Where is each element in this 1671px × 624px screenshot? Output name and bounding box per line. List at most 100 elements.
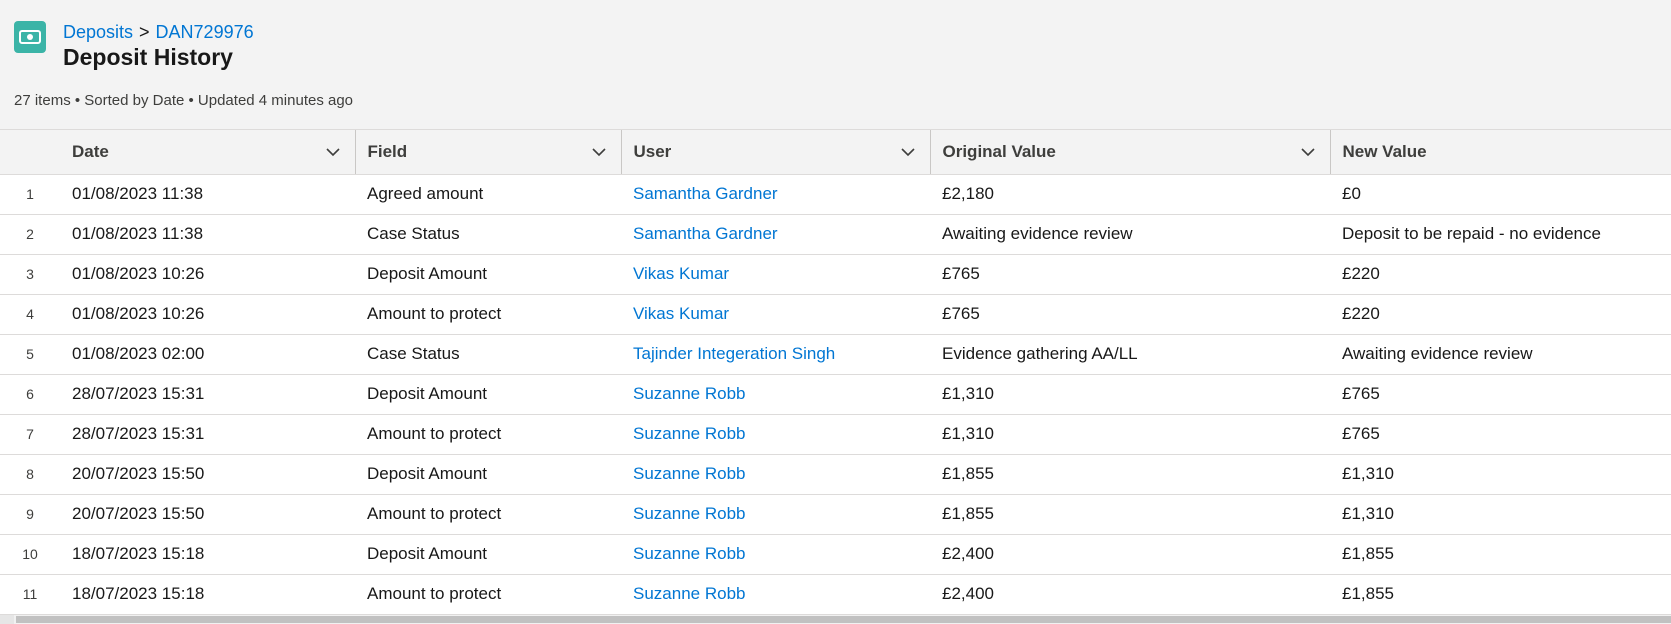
cell-date: 01/08/2023 11:38 [60,214,355,255]
cell-new-value: £1,855 [1330,574,1671,615]
page-title: Deposit History [63,44,233,70]
cell-new-value: £1,310 [1330,454,1671,495]
row-number: 5 [0,334,60,375]
cell-date: 01/08/2023 11:38 [60,174,355,215]
scroll-left-arrow-icon[interactable] [0,615,14,624]
cell-user: Vikas Kumar [621,294,930,335]
user-link[interactable]: Suzanne Robb [633,544,745,563]
cell-new-value: £0 [1330,174,1671,215]
column-header-label: Original Value [942,141,1056,161]
cell-date: 28/07/2023 15:31 [60,414,355,455]
cell-new-value: Deposit to be repaid - no evidence [1330,214,1671,255]
breadcrumb-deposits-link[interactable]: Deposits [63,22,133,42]
column-header-original-value[interactable]: Original Value [930,130,1331,175]
table-row[interactable]: 3 01/08/2023 10:26 Deposit Amount Vikas Kum… [0,254,1671,295]
row-number: 1 [0,174,60,215]
column-header-label: Date [72,141,109,161]
cell-field: Amount to protect [355,494,621,535]
cell-original-value: £1,310 [930,374,1330,415]
user-link[interactable]: Tajinder Integeration Singh [633,344,835,363]
row-number: 7 [0,414,60,455]
cell-field: Deposit Amount [355,374,621,415]
table-row[interactable]: 5 01/08/2023 02:00 Case Status Tajinder Int… [0,334,1671,375]
column-header-user[interactable]: User [621,130,931,175]
deposit-history-page: Deposits > DAN729976 Deposit History 27 it… [0,0,1671,624]
cell-field: Case Status [355,334,621,375]
cell-new-value: Awaiting evidence review [1330,334,1671,375]
cell-original-value: £1,855 [930,494,1330,535]
table-row[interactable]: 8 20/07/2023 15:50 Deposit Amount Suzanne R… [0,454,1671,495]
breadcrumb: Deposits > DAN729976 [63,21,254,43]
column-header-new-value[interactable]: New Value [1330,130,1671,175]
chevron-down-icon[interactable] [325,144,341,160]
cell-original-value: £2,400 [930,574,1330,615]
cell-field: Amount to protect [355,574,621,615]
cell-date: 01/08/2023 02:00 [60,334,355,375]
page-header: Deposits > DAN729976 Deposit History 27 it… [0,0,1671,129]
column-header-date[interactable]: Date [60,130,356,175]
scrollbar-thumb[interactable] [16,616,1671,623]
chevron-down-icon[interactable] [900,144,916,160]
chevron-down-icon[interactable] [1300,144,1316,160]
user-link[interactable]: Suzanne Robb [633,424,745,443]
cell-user: Suzanne Robb [621,414,930,455]
user-link[interactable]: Vikas Kumar [633,264,729,283]
table-row[interactable]: 1 01/08/2023 11:38 Agreed amount Samantha G… [0,174,1671,215]
cell-field: Amount to protect [355,294,621,335]
breadcrumb-separator: > [139,22,150,42]
table-row[interactable]: 7 28/07/2023 15:31 Amount to protect Suzann… [0,414,1671,455]
table-row[interactable]: 11 18/07/2023 15:18 Amount to protect Suzan… [0,574,1671,615]
row-number: 6 [0,374,60,415]
history-table-container: Date Field User Original Value New Value… [0,129,1671,616]
table-row[interactable]: 6 28/07/2023 15:31 Deposit Amount Suzanne R… [0,374,1671,415]
cell-original-value: Evidence gathering AA/LL [930,334,1330,375]
cell-date: 01/08/2023 10:26 [60,294,355,335]
cell-user: Suzanne Robb [621,534,930,575]
cell-user: Tajinder Integeration Singh [621,334,930,375]
table-row[interactable]: 9 20/07/2023 15:50 Amount to protect Suzann… [0,494,1671,535]
cell-date: 28/07/2023 15:31 [60,374,355,415]
cell-original-value: £1,855 [930,454,1330,495]
user-link[interactable]: Suzanne Robb [633,584,745,603]
deposit-cash-icon [14,21,46,53]
cell-original-value: £2,400 [930,534,1330,575]
user-link[interactable]: Samantha Gardner [633,184,778,203]
user-link[interactable]: Suzanne Robb [633,384,745,403]
cell-new-value: £220 [1330,294,1671,335]
table-row[interactable]: 2 01/08/2023 11:38 Case Status Samantha Gar… [0,214,1671,255]
cell-date: 20/07/2023 15:50 [60,494,355,535]
table-row[interactable]: 10 18/07/2023 15:18 Deposit Amount Suzanne … [0,534,1671,575]
user-link[interactable]: Samantha Gardner [633,224,778,243]
user-link[interactable]: Vikas Kumar [633,304,729,323]
user-link[interactable]: Suzanne Robb [633,504,745,523]
row-number: 9 [0,494,60,535]
cell-user: Suzanne Robb [621,494,930,535]
table-row[interactable]: 4 01/08/2023 10:26 Amount to protect Vikas … [0,294,1671,335]
cell-user: Suzanne Robb [621,574,930,615]
cell-date: 01/08/2023 10:26 [60,254,355,295]
horizontal-scrollbar[interactable] [0,615,1671,624]
cell-original-value: £765 [930,294,1330,335]
row-number: 10 [0,534,60,575]
column-header-label: New Value [1342,141,1427,161]
cell-new-value: £1,310 [1330,494,1671,535]
breadcrumb-record-link[interactable]: DAN729976 [156,22,254,42]
cell-new-value: £765 [1330,374,1671,415]
cell-user: Samantha Gardner [621,174,930,215]
cell-user: Vikas Kumar [621,254,930,295]
cell-original-value: £1,310 [930,414,1330,455]
column-header-label: Field [367,141,408,161]
cell-date: 18/07/2023 15:18 [60,574,355,615]
cell-date: 20/07/2023 15:50 [60,454,355,495]
column-header-field[interactable]: Field [355,130,622,175]
cell-new-value: £765 [1330,414,1671,455]
cell-date: 18/07/2023 15:18 [60,534,355,575]
list-meta-info: 27 items • Sorted by Date • Updated 4 mi… [14,92,354,109]
chevron-down-icon[interactable] [591,144,607,160]
cell-field: Deposit Amount [355,454,621,495]
table-body: 1 01/08/2023 11:38 Agreed amount Samantha G… [0,174,1671,615]
cell-user: Suzanne Robb [621,374,930,415]
column-header-row-number [0,130,60,175]
cell-user: Suzanne Robb [621,454,930,495]
user-link[interactable]: Suzanne Robb [633,464,745,483]
